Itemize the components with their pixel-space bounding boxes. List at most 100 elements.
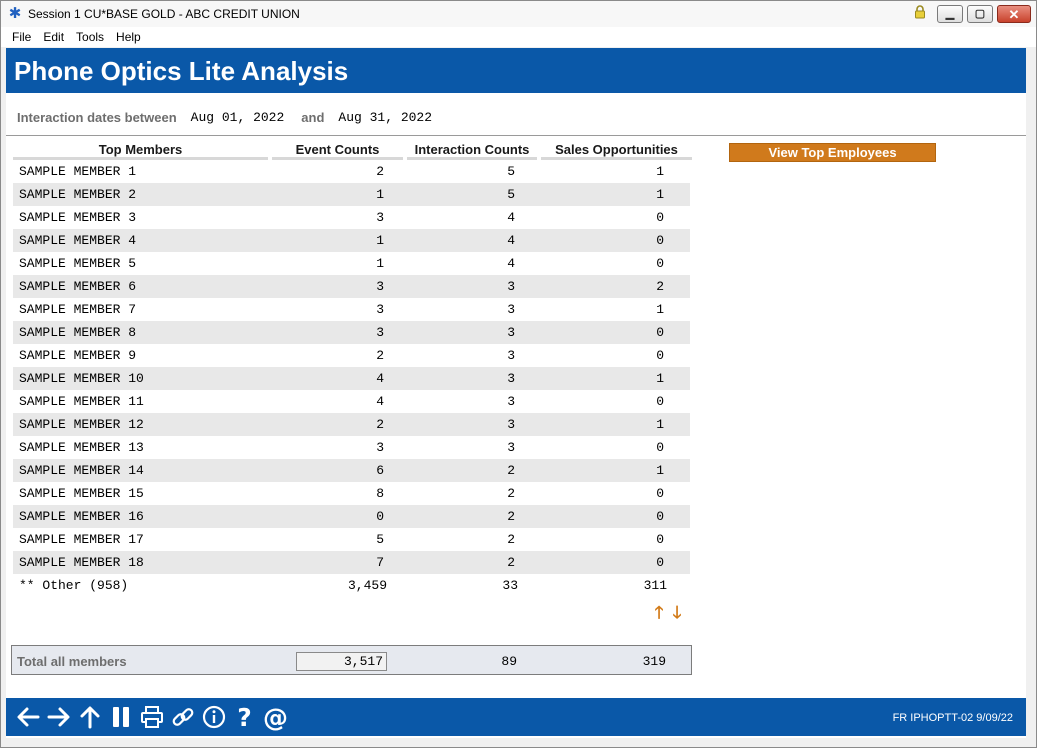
help-icon[interactable]: ?: [229, 703, 260, 732]
totals-panel: Total all members 3,517 89 319: [11, 645, 692, 675]
pause-icon[interactable]: [105, 703, 136, 731]
member-name: SAMPLE MEMBER 6: [19, 279, 137, 294]
table-row[interactable]: SAMPLE MEMBER 18 7 2 0: [13, 551, 690, 574]
info-icon[interactable]: [198, 703, 229, 731]
member-name: SAMPLE MEMBER 5: [19, 256, 137, 271]
print-icon[interactable]: [136, 703, 167, 731]
date-to: Aug 31, 2022: [338, 110, 433, 125]
member-name: SAMPLE MEMBER 13: [19, 440, 144, 455]
table-row[interactable]: SAMPLE MEMBER 16 0 2 0: [13, 505, 690, 528]
date-from: Aug 01, 2022: [190, 110, 285, 125]
table-row[interactable]: SAMPLE MEMBER 12 2 3 1: [13, 413, 690, 436]
table-row[interactable]: SAMPLE MEMBER 8 3 3 0: [13, 321, 690, 344]
sales-opportunities: 0: [656, 532, 664, 547]
table-row[interactable]: SAMPLE MEMBER 5 1 4 0: [13, 252, 690, 275]
interaction-count: 3: [507, 394, 515, 409]
interaction-count: 3: [507, 302, 515, 317]
interaction-count: 2: [507, 509, 515, 524]
footer-toolbar: ? @ FR IPHOPTT-02 9/09/22: [6, 698, 1026, 736]
table-row[interactable]: SAMPLE MEMBER 4 1 4 0: [13, 229, 690, 252]
interaction-count: 4: [507, 256, 515, 271]
interaction-count: 2: [507, 486, 515, 501]
member-name: SAMPLE MEMBER 16: [19, 509, 144, 524]
maximize-button[interactable]: ▢: [967, 5, 993, 23]
event-count: 2: [376, 417, 384, 432]
minimize-button[interactable]: ▁: [937, 5, 963, 23]
header-interaction-counts: Interaction Counts: [407, 143, 537, 160]
table-row[interactable]: SAMPLE MEMBER 15 8 2 0: [13, 482, 690, 505]
event-count: 3: [376, 302, 384, 317]
sales-opportunities: 0: [656, 440, 664, 455]
screen-code: FR IPHOPTT-02 9/09/22: [892, 712, 1013, 724]
member-name: SAMPLE MEMBER 8: [19, 325, 137, 340]
app-icon[interactable]: ✱: [7, 6, 23, 22]
menu-file[interactable]: File: [6, 30, 37, 44]
header-sales-opportunities: Sales Opportunities: [541, 143, 692, 160]
table-row[interactable]: SAMPLE MEMBER 17 5 2 0: [13, 528, 690, 551]
forward-arrow-icon[interactable]: [43, 703, 74, 731]
table-row[interactable]: SAMPLE MEMBER 10 4 3 1: [13, 367, 690, 390]
table-row[interactable]: SAMPLE MEMBER 7 3 3 1: [13, 298, 690, 321]
total-event-field: 3,517: [296, 652, 387, 671]
table-row[interactable]: SAMPLE MEMBER 11 4 3 0: [13, 390, 690, 413]
table-row[interactable]: SAMPLE MEMBER 14 6 2 1: [13, 459, 690, 482]
member-name: SAMPLE MEMBER 17: [19, 532, 144, 547]
sales-opportunities: 0: [656, 210, 664, 225]
table-row[interactable]: SAMPLE MEMBER 3 3 4 0: [13, 206, 690, 229]
member-name: SAMPLE MEMBER 3: [19, 210, 137, 225]
lock-icon: [913, 5, 927, 19]
interaction-count: 3: [507, 417, 515, 432]
menu-help[interactable]: Help: [110, 30, 147, 44]
arrow-down-icon[interactable]: 🡓: [668, 604, 686, 622]
divider: [6, 135, 1026, 136]
close-button[interactable]: ✕: [997, 5, 1031, 23]
page-header: Phone Optics Lite Analysis: [6, 48, 1026, 93]
header-event-counts: Event Counts: [272, 143, 403, 160]
member-name: SAMPLE MEMBER 7: [19, 302, 137, 317]
menu-edit[interactable]: Edit: [37, 30, 70, 44]
table-row[interactable]: SAMPLE MEMBER 2 1 5 1: [13, 183, 690, 206]
view-top-employees-button[interactable]: View Top Employees: [729, 143, 936, 162]
event-count: 5: [376, 532, 384, 547]
members-table: SAMPLE MEMBER 1 2 5 1 SAMPLE MEMBER 2 1 5 1 SAMP…: [13, 160, 693, 574]
total-event-count: 3,517: [343, 654, 383, 669]
member-name: SAMPLE MEMBER 10: [19, 371, 144, 386]
sales-opportunities: 0: [656, 233, 664, 248]
member-name: SAMPLE MEMBER 18: [19, 555, 144, 570]
event-count: 4: [376, 371, 384, 386]
table-row[interactable]: SAMPLE MEMBER 9 2 3 0: [13, 344, 690, 367]
header-top-members: Top Members: [13, 143, 268, 160]
interaction-count: 3: [507, 279, 515, 294]
event-count: 1: [376, 233, 384, 248]
event-count: 3: [376, 210, 384, 225]
back-arrow-icon[interactable]: [12, 703, 43, 731]
sales-opportunities: 1: [656, 371, 664, 386]
other-sales-opportunities: 311: [643, 578, 667, 593]
minimize-icon: ▁: [945, 7, 955, 20]
arrow-up-icon[interactable]: 🡑: [650, 604, 668, 622]
event-count: 6: [376, 463, 384, 478]
table-row[interactable]: SAMPLE MEMBER 13 3 3 0: [13, 436, 690, 459]
member-name: SAMPLE MEMBER 14: [19, 463, 144, 478]
sales-opportunities: 0: [656, 394, 664, 409]
table-row[interactable]: SAMPLE MEMBER 1 2 5 1: [13, 160, 690, 183]
event-count: 2: [376, 164, 384, 179]
other-interaction-count: 33: [502, 578, 518, 593]
event-count: 4: [376, 394, 384, 409]
and-label: and: [301, 110, 325, 125]
up-arrow-icon[interactable]: [74, 703, 105, 731]
sales-opportunities: 0: [656, 325, 664, 340]
interaction-count: 3: [507, 440, 515, 455]
at-sign-icon[interactable]: @: [260, 703, 291, 732]
link-icon[interactable]: [167, 703, 198, 731]
table-row[interactable]: SAMPLE MEMBER 6 3 3 2: [13, 275, 690, 298]
menu-bar: File Edit Tools Help: [1, 27, 1036, 47]
other-row[interactable]: ** Other (958) 3,459 33 311: [13, 574, 693, 597]
member-name: SAMPLE MEMBER 15: [19, 486, 144, 501]
member-name: SAMPLE MEMBER 11: [19, 394, 144, 409]
sales-opportunities: 0: [656, 555, 664, 570]
interaction-count: 2: [507, 463, 515, 478]
menu-tools[interactable]: Tools: [70, 30, 110, 44]
member-name: SAMPLE MEMBER 12: [19, 417, 144, 432]
close-icon: ✕: [1008, 6, 1020, 22]
